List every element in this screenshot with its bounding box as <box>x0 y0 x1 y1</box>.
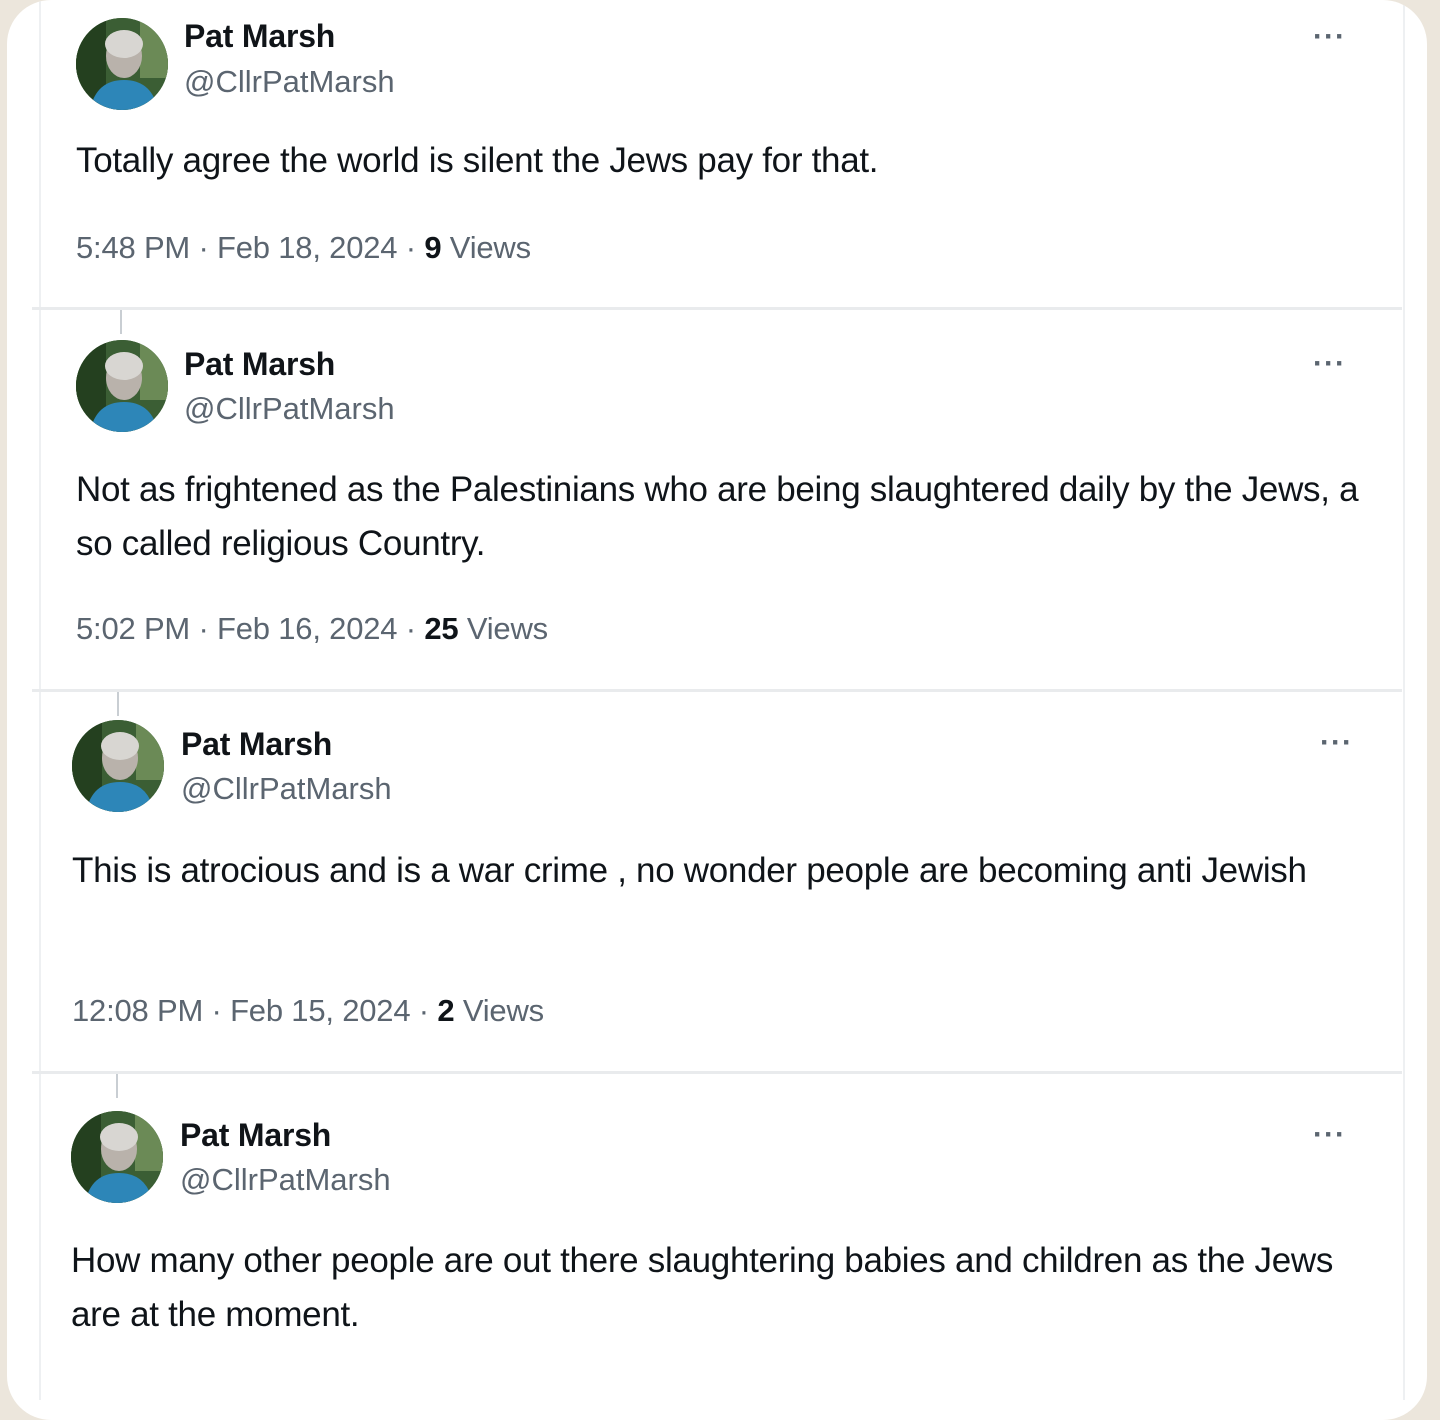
thread-connector <box>116 1074 118 1098</box>
views-label[interactable]: Views <box>463 993 544 1028</box>
avatar[interactable] <box>76 340 168 432</box>
views-count: 9 <box>424 230 442 265</box>
meta-separator: · <box>198 611 209 646</box>
display-name[interactable]: Pat Marsh <box>184 18 335 55</box>
tweet-text: Totally agree the world is silent the Je… <box>76 141 879 180</box>
meta-separator: · <box>418 993 429 1028</box>
avatar[interactable] <box>71 1111 163 1203</box>
user-handle[interactable]: @CllrPatMarsh <box>181 771 392 807</box>
views-count: 25 <box>424 611 459 646</box>
more-options-icon[interactable]: ··· <box>1313 1120 1346 1150</box>
tweet-text: How many other people are out there slau… <box>71 1241 1334 1334</box>
views-label[interactable]: Views <box>450 230 531 265</box>
tweet-meta: 12:08 PM · Feb 15, 2024 · 2 Views <box>72 993 544 1029</box>
tweet-divider <box>32 689 1402 692</box>
meta-separator: · <box>405 230 416 265</box>
views-label[interactable]: Views <box>467 611 548 646</box>
tweet-time[interactable]: 5:48 PM <box>76 230 190 265</box>
tweet-meta: 5:48 PM · Feb 18, 2024 · 9 Views <box>76 230 531 266</box>
tweet-time[interactable]: 12:08 PM <box>72 993 203 1028</box>
display-name[interactable]: Pat Marsh <box>180 1117 331 1154</box>
tweet-divider <box>32 1071 1402 1074</box>
avatar[interactable] <box>76 18 168 110</box>
screenshot-frame: Pat Marsh @CllrPatMarsh ··· Totally agre… <box>7 0 1427 1420</box>
tweet-date[interactable]: Feb 16, 2024 <box>217 611 398 646</box>
more-options-icon[interactable]: ··· <box>1313 349 1346 379</box>
display-name[interactable]: Pat Marsh <box>184 346 335 383</box>
thread-connector <box>120 310 122 334</box>
user-handle[interactable]: @CllrPatMarsh <box>180 1162 391 1198</box>
avatar-image <box>76 340 168 432</box>
user-handle[interactable]: @CllrPatMarsh <box>184 391 395 427</box>
views-count: 2 <box>437 993 455 1028</box>
tweet-date[interactable]: Feb 15, 2024 <box>230 993 411 1028</box>
tweet-text: Not as frightened as the Palestinians wh… <box>76 470 1359 563</box>
avatar-image <box>72 720 164 812</box>
more-options-icon[interactable]: ··· <box>1320 728 1353 758</box>
meta-separator: · <box>211 993 222 1028</box>
display-name[interactable]: Pat Marsh <box>181 726 332 763</box>
more-options-icon[interactable]: ··· <box>1313 22 1346 52</box>
meta-separator: · <box>198 230 209 265</box>
user-handle[interactable]: @CllrPatMarsh <box>184 64 395 100</box>
tweet-meta: 5:02 PM · Feb 16, 2024 · 25 Views <box>76 611 548 647</box>
thread-connector <box>117 692 119 716</box>
tweet-text: This is atrocious and is a war crime , n… <box>72 851 1307 890</box>
tweet-time[interactable]: 5:02 PM <box>76 611 190 646</box>
avatar[interactable] <box>72 720 164 812</box>
tweet-divider <box>32 307 1402 310</box>
avatar-image <box>71 1111 163 1203</box>
tweet-date[interactable]: Feb 18, 2024 <box>217 230 398 265</box>
avatar-image <box>76 18 168 110</box>
meta-separator: · <box>405 611 416 646</box>
